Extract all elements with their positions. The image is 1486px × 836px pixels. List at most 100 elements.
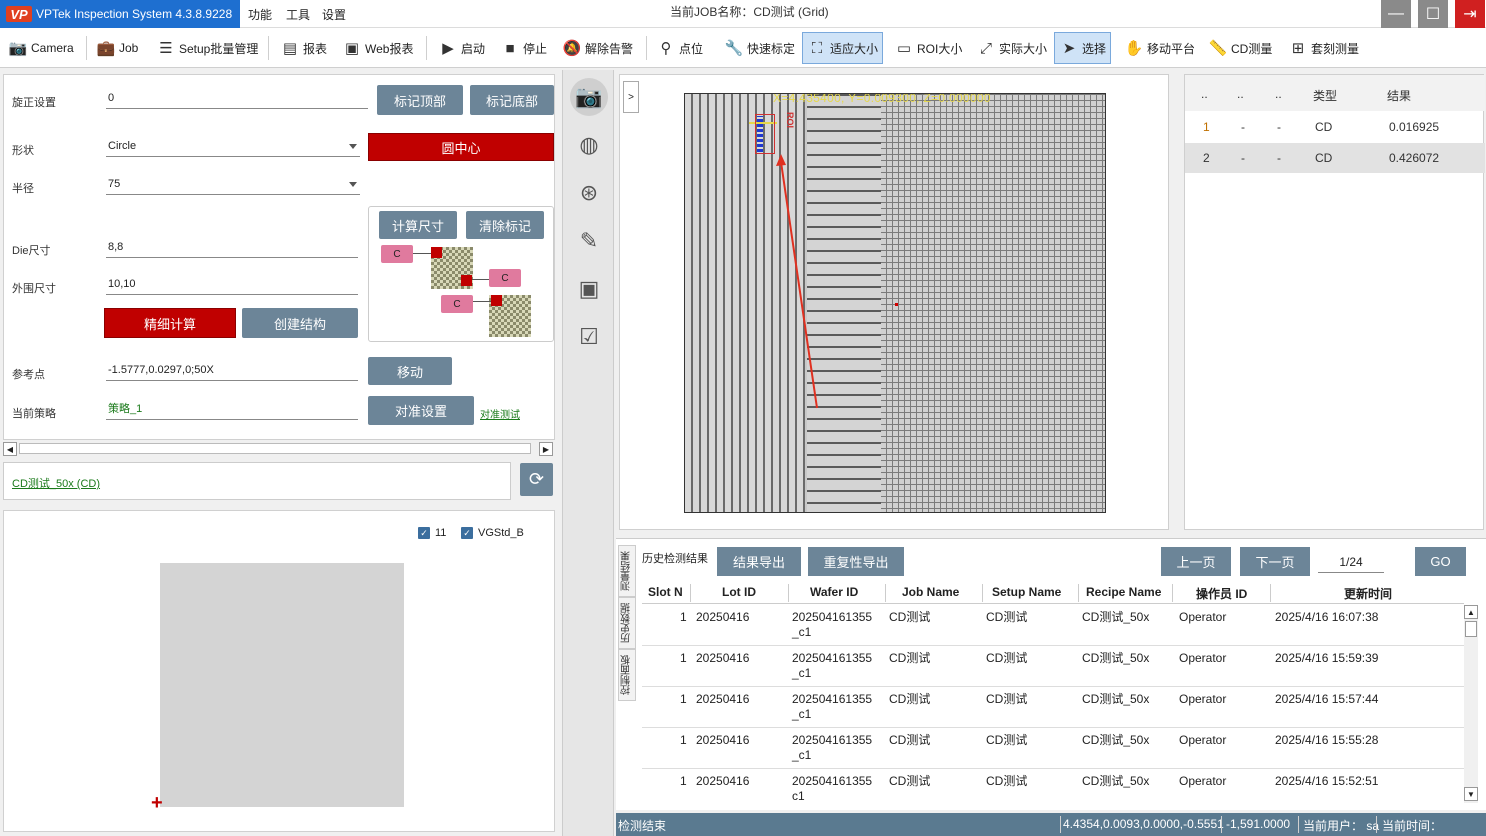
maximize-button[interactable]: ☐: [1418, 0, 1448, 28]
wafer-map-button[interactable]: ◍: [570, 126, 608, 164]
tab-measure-results[interactable]: 测量结果: [618, 545, 636, 597]
current-user: 当前用户： sa: [1303, 819, 1380, 833]
menu-settings[interactable]: 设置: [322, 6, 346, 23]
web-report-icon: ▣: [344, 40, 360, 57]
overlay-measure-button[interactable]: ⊞ 套刻测量: [1284, 32, 1363, 64]
stop-icon: ■: [505, 39, 515, 57]
clear-alarm-button[interactable]: 🔕 解除告警: [558, 32, 637, 64]
move-platform-button[interactable]: ✋ 移动平台: [1120, 32, 1199, 64]
measure-tools-button[interactable]: ✎: [570, 222, 608, 260]
fine-calc-button[interactable]: 精细计算: [104, 308, 236, 338]
mark-top-button[interactable]: 标记顶部: [377, 85, 463, 115]
location-button[interactable]: ⚲ 点位: [652, 32, 707, 64]
actual-size-button[interactable]: ⤢ 实际大小: [972, 32, 1051, 64]
play-icon: ▶: [442, 40, 454, 57]
table-row[interactable]: 1 20250416 202504161355 _c1 CD测试 CD测试 CD…: [642, 605, 1464, 646]
table-row[interactable]: 1 20250416 202504161355 _c1 CD测试 CD测试 CD…: [642, 728, 1464, 769]
wafer-settings-button[interactable]: ⊛: [570, 174, 608, 212]
stop-button[interactable]: ■ 停止: [496, 32, 551, 64]
result-row[interactable]: 2 - - CD 0.426072: [1185, 143, 1485, 173]
export-results-button[interactable]: 结果导出: [717, 547, 801, 576]
result-row[interactable]: 1 - - CD 0.016925: [1185, 112, 1485, 142]
tab-history-data[interactable]: 历史数据: [618, 597, 636, 649]
go-button[interactable]: GO: [1415, 547, 1466, 576]
refresh-button[interactable]: ⟳: [520, 463, 553, 496]
scroll-thumb[interactable]: [1465, 621, 1477, 637]
fit-size-icon: ⛶: [811, 39, 823, 57]
start-button[interactable]: ▶ 启动: [434, 32, 489, 64]
marker-c-label: C: [381, 245, 413, 263]
prev-page-button[interactable]: 上一页: [1161, 547, 1231, 576]
cd-measure-button[interactable]: 📏 CD测量: [1204, 32, 1276, 64]
image-gallery-button[interactable]: ▣: [570, 270, 608, 308]
web-report-button[interactable]: ▣ Web报表: [338, 32, 417, 64]
checkbox-11[interactable]: ✓ 11: [418, 527, 446, 539]
page-input[interactable]: 1/24: [1318, 551, 1384, 573]
cd-measure-label: CD测量: [1231, 41, 1273, 56]
checkbox-vgstd-b[interactable]: ✓ VGStd_B: [461, 527, 524, 539]
side-tool-strip: 📷 ◍ ⊛ ✎ ▣ ☑: [562, 70, 614, 836]
setup-batch-button[interactable]: ☰ Setup批量管理: [152, 32, 262, 64]
table-row[interactable]: 1 20250416 202504161355 _c1 CD测试 CD测试 CD…: [642, 646, 1464, 687]
actual-size-icon: ⤢: [979, 39, 992, 57]
strategy-input[interactable]: 策略_1: [106, 400, 358, 420]
calc-size-box: 计算尺寸 清除标记 C C C: [368, 206, 554, 342]
history-table-header: Slot N Lot ID Wafer ID Job Name Setup Na…: [642, 582, 1464, 604]
center-dot: [895, 303, 898, 306]
select-button[interactable]: ➤ 选择: [1054, 32, 1112, 64]
outer-size-input[interactable]: 10,10: [106, 275, 358, 295]
strategy-label: 当前策略: [12, 408, 56, 420]
job-button[interactable]: 💼 Job: [92, 32, 142, 64]
report-button[interactable]: ▤ 报表: [276, 32, 331, 64]
app-title: VP VPTek Inspection System 4.3.8.9228: [0, 0, 240, 28]
quick-calibrate-button[interactable]: 🔧 快速标定: [720, 32, 799, 64]
create-structure-button[interactable]: 创建结构: [242, 308, 358, 338]
start-label: 启动: [461, 41, 486, 56]
hand-icon: ✋: [1124, 40, 1144, 57]
circle-center-button[interactable]: 圆中心: [368, 133, 554, 161]
calc-size-button[interactable]: 计算尺寸: [379, 211, 457, 239]
tab-control-panel[interactable]: 控制面板: [618, 649, 636, 701]
shape-select[interactable]: Circle: [106, 137, 360, 157]
clear-marks-button[interactable]: 清除标记: [466, 211, 544, 239]
next-page-button[interactable]: 下一页: [1240, 547, 1310, 576]
horizontal-scrollbar[interactable]: ◀ ▶: [3, 442, 555, 456]
die-preview-area[interactable]: [160, 563, 404, 807]
scroll-thumb[interactable]: [19, 443, 531, 454]
rotation-input[interactable]: 0: [106, 89, 368, 109]
camera-label: Camera: [31, 41, 74, 55]
align-settings-button[interactable]: 对准设置: [368, 396, 474, 425]
image-view-panel: > X=4.435400, Y=0.009300, Z=0.000000 ROI: [619, 74, 1169, 530]
checklist-button[interactable]: ☑: [570, 318, 608, 356]
exit-button[interactable]: ⇥: [1455, 0, 1485, 28]
expand-button[interactable]: >: [623, 81, 639, 113]
camera-button[interactable]: 📷 Camera: [4, 32, 78, 64]
menu-tools[interactable]: 工具: [286, 6, 310, 23]
scroll-left-icon[interactable]: ◀: [3, 442, 17, 456]
ref-point-input[interactable]: -1.5777,0.0297,0;50X: [106, 361, 358, 381]
roi-size-button[interactable]: ▭ ROI大小: [890, 32, 966, 64]
location-label: 点位: [679, 41, 704, 56]
scroll-down-icon[interactable]: ▼: [1464, 787, 1478, 801]
table-row[interactable]: 1 20250416 202504161355 c1 CD测试 CD测试 CD测…: [642, 769, 1464, 810]
mark-bottom-button[interactable]: 标记底部: [470, 85, 554, 115]
scroll-up-icon[interactable]: ▲: [1464, 605, 1478, 619]
status-bar: 检测结束 4.4354,0.0093,0.0000,-0.5551 -1,591…: [616, 813, 1486, 836]
recipe-link[interactable]: CD测试_50x (CD): [12, 475, 100, 491]
vertical-scrollbar[interactable]: ▲ ▼: [1464, 605, 1478, 803]
die-size-input[interactable]: 8,8: [106, 238, 358, 258]
radius-select[interactable]: 75: [106, 175, 360, 195]
shape-label: 形状: [12, 145, 34, 157]
align-test-link[interactable]: 对准测试: [480, 406, 520, 421]
table-row[interactable]: 1 20250416 202504161355 _c1 CD测试 CD测试 CD…: [642, 687, 1464, 728]
fit-size-button[interactable]: ⛶ 适应大小: [802, 32, 884, 64]
minimize-button[interactable]: —: [1381, 0, 1411, 28]
capture-camera-button[interactable]: 📷: [570, 78, 608, 116]
move-button[interactable]: 移动: [368, 357, 452, 385]
main-toolbar: 📷 Camera 💼 Job ☰ Setup批量管理 ▤ 报表 ▣ Web报表 ▶ 启动 ■…: [0, 28, 1486, 68]
scroll-right-icon[interactable]: ▶: [539, 442, 553, 456]
repeat-export-button[interactable]: 重复性导出: [808, 547, 904, 576]
checklist-icon: ☰: [159, 40, 173, 57]
menu-function[interactable]: 功能: [248, 6, 272, 23]
camera-image[interactable]: X=4.435400, Y=0.009300, Z=0.000000 ROI: [684, 93, 1106, 513]
